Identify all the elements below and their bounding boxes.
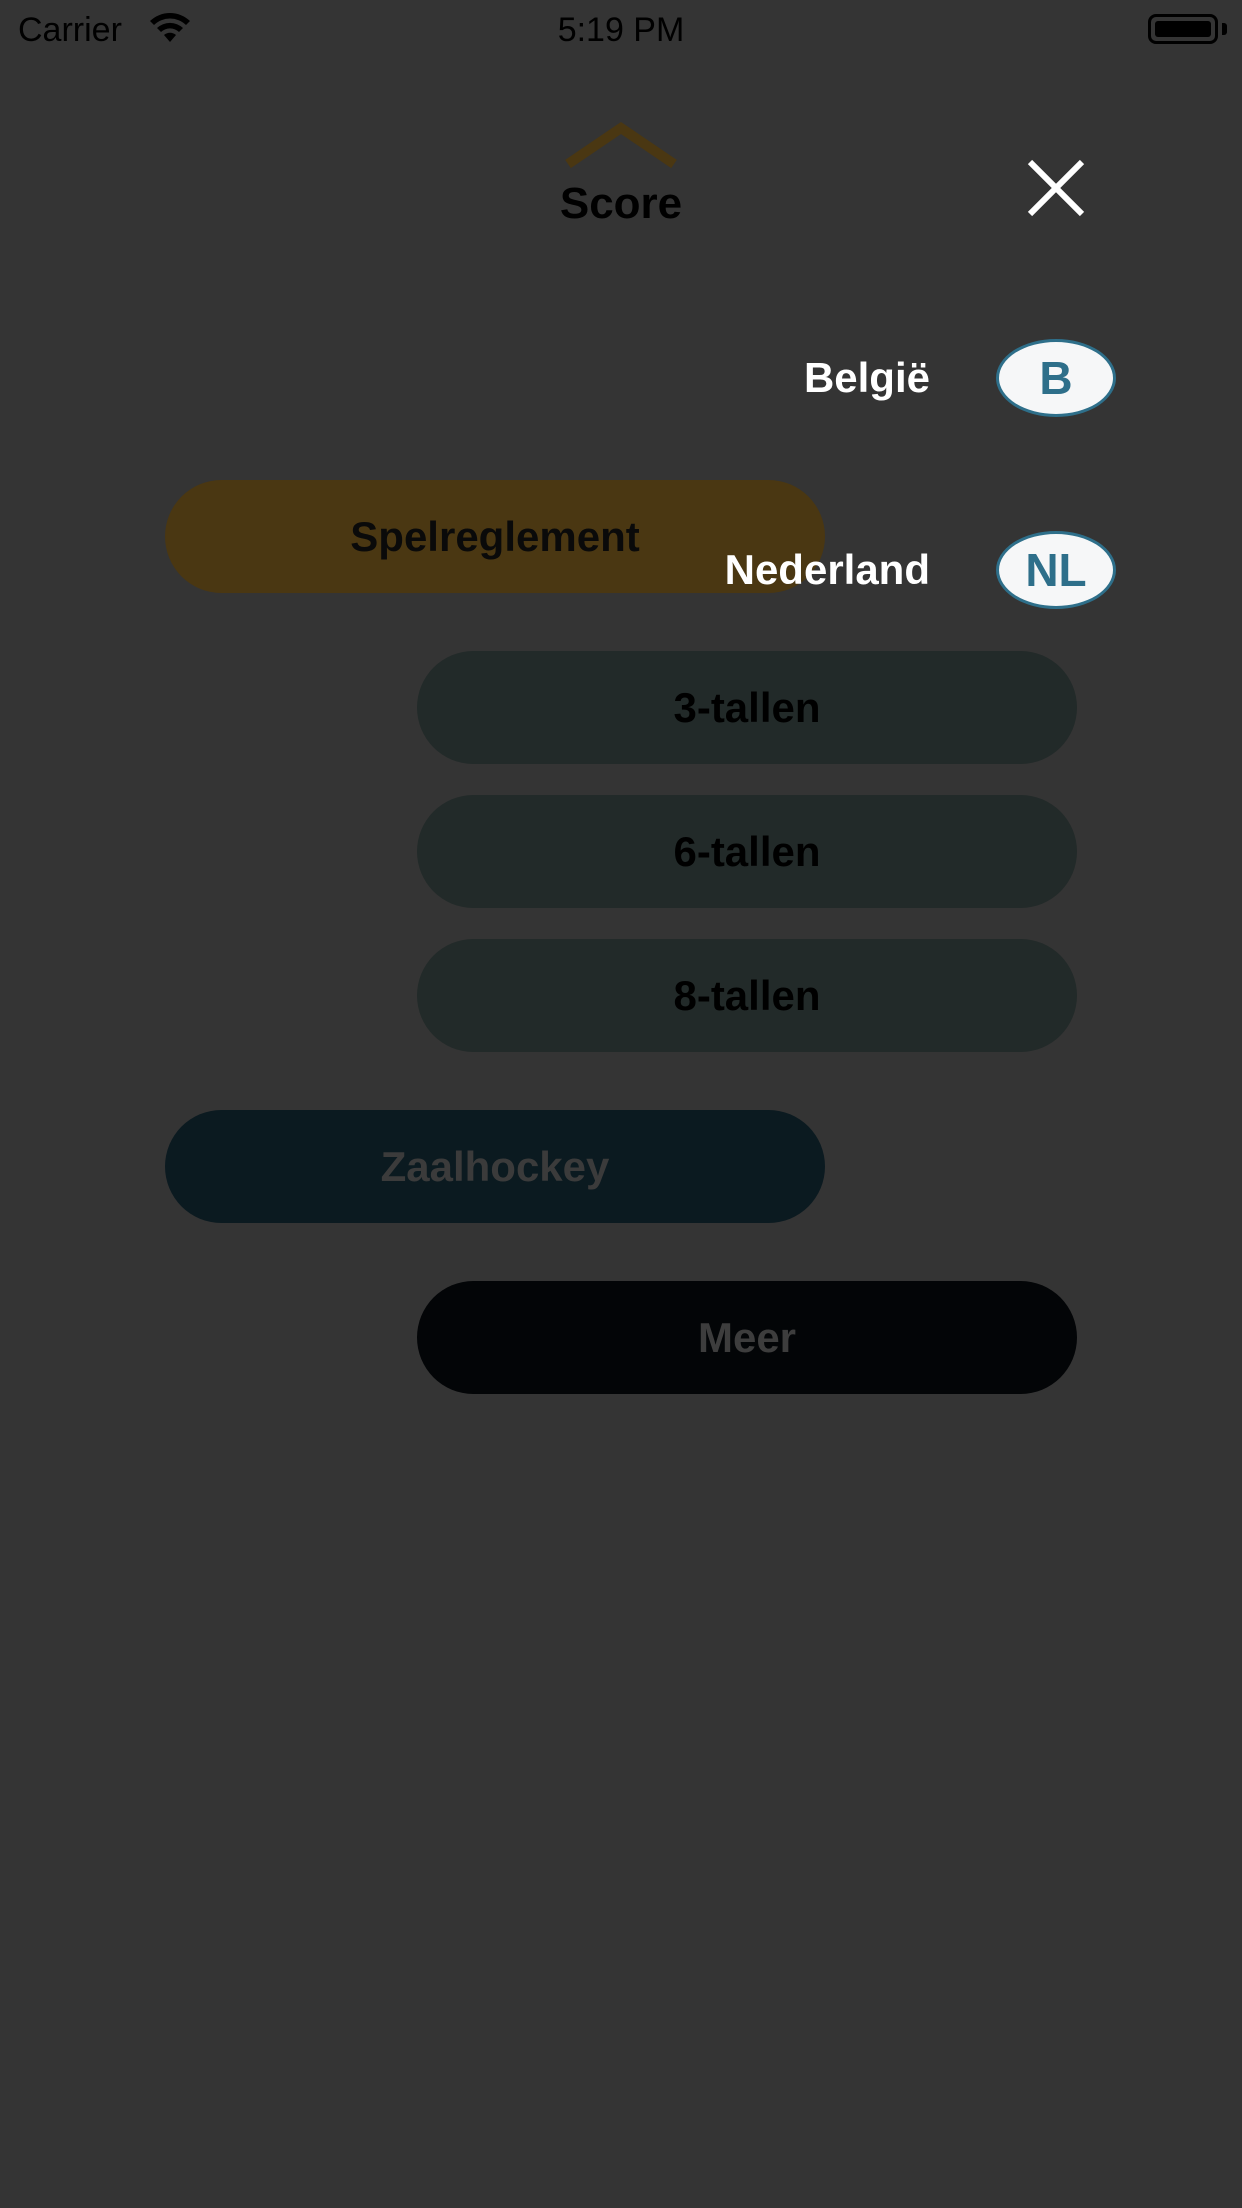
language-nederland-badge[interactable]: NL xyxy=(996,531,1116,609)
zaalhockey-button[interactable]: Zaalhockey xyxy=(165,1110,825,1223)
3-tallen-button[interactable]: 3-tallen xyxy=(417,651,1077,764)
close-icon xyxy=(1027,159,1085,217)
close-button[interactable] xyxy=(1022,154,1090,222)
6-tallen-button[interactable]: 6-tallen xyxy=(417,795,1077,908)
battery-icon xyxy=(1148,14,1218,44)
8-tallen-button[interactable]: 8-tallen xyxy=(417,939,1077,1052)
logo-roof-icon xyxy=(565,121,677,169)
language-belgie-badge[interactable]: B xyxy=(996,339,1116,417)
battery-nub xyxy=(1222,23,1227,35)
language-nederland-label[interactable]: Nederland xyxy=(530,542,930,598)
status-time: 5:19 PM xyxy=(557,11,685,49)
language-belgie-label[interactable]: België xyxy=(530,350,930,406)
meer-button[interactable]: Meer xyxy=(417,1281,1077,1394)
